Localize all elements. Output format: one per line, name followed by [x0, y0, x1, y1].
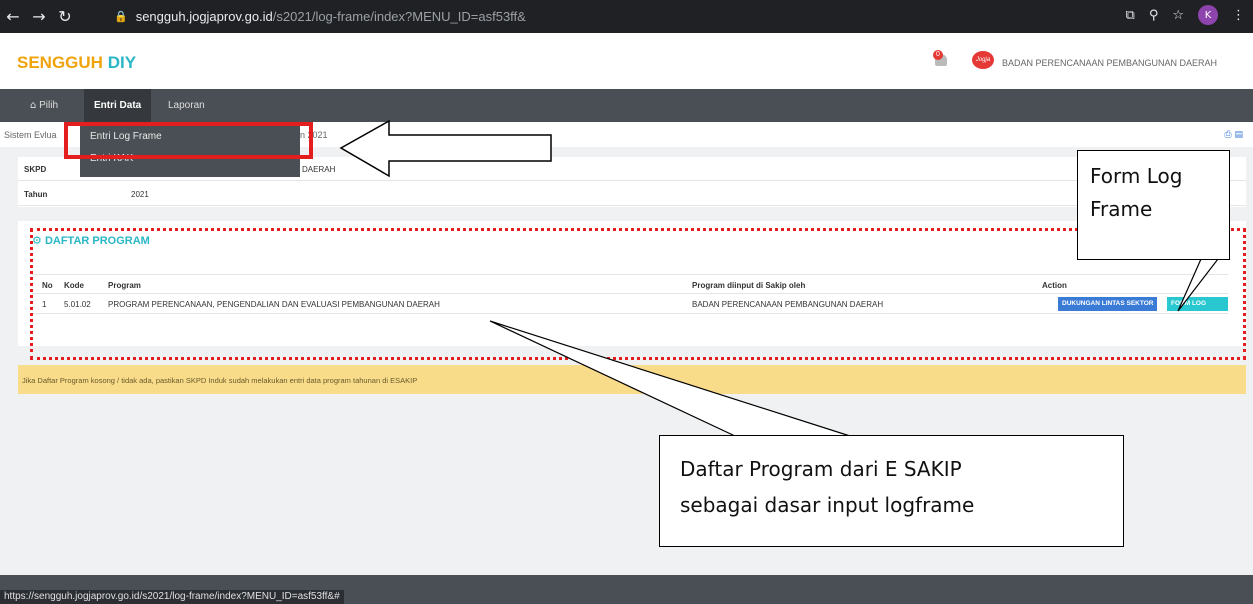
form-log-frame-button[interactable]: FORM LOG FRAME	[1167, 297, 1228, 321]
address-bar[interactable]: 🔒 sengguh.jogjaprov.go.id/s2021/log-fram…	[110, 5, 1205, 28]
home-icon: ⌂	[30, 100, 37, 111]
info-row: Tahun 2021	[18, 182, 1246, 206]
notification-badge: 0	[933, 50, 943, 60]
zoom-icon[interactable]: ⚲	[1149, 8, 1159, 23]
url-path: /s2021/log-frame/index?MENU_ID=asf53ff&	[272, 9, 526, 24]
dukungan-lintas-sektor-button[interactable]: DUKUNGAN LINTAS SEKTOR	[1058, 297, 1158, 311]
export-icon[interactable]: ▤	[1234, 130, 1243, 140]
app-header: SENGGUH DIY 0 Jogja BADAN PERENCANAAN PE…	[0, 33, 1253, 89]
callout-daftar-program: Daftar Program dari E SAKIP sebagai dasa…	[659, 435, 1124, 547]
url-host: sengguh.jogjaprov.go.id	[135, 9, 273, 24]
profile-avatar[interactable]: K	[1198, 5, 1218, 25]
daftar-program-panel: ⚙ DAFTAR PROGRAM No Kode Program Program…	[18, 221, 1246, 346]
gear-icon: ⚙	[32, 234, 42, 247]
callout-form-log-frame: Form Log Frame	[1077, 150, 1230, 260]
brand-logo[interactable]: SENGGUH DIY	[17, 53, 136, 73]
status-bar-url: https://sengguh.jogjaprov.go.id/s2021/lo…	[0, 590, 344, 604]
info-alert: Jika Daftar Program kosong / tidak ada, …	[18, 365, 1246, 394]
nav-laporan[interactable]: Laporan	[158, 89, 215, 122]
program-table: No Kode Program Program diinput di Sakip…	[32, 274, 1228, 321]
nav-entri-data[interactable]: Entri Data	[84, 89, 152, 122]
highlight-red-box	[64, 122, 313, 159]
reload-icon[interactable]: ↻	[52, 7, 78, 26]
lock-icon: 🔒	[114, 10, 128, 23]
print-icon[interactable]: ⎙	[1224, 130, 1231, 140]
main-nav: ⌂ Pilih Entri Data Laporan	[0, 89, 1253, 122]
table-row: 1 5.01.02 PROGRAM PERENCANAAN, PENGENDAL…	[32, 294, 1228, 321]
table-header: No Kode Program Program diinput di Sakip…	[32, 274, 1228, 294]
translate-icon[interactable]: ⧉	[1126, 8, 1135, 23]
nav-pilih[interactable]: ⌂ Pilih	[20, 89, 68, 122]
forward-icon[interactable]: →	[26, 7, 52, 26]
star-icon[interactable]: ☆	[1172, 8, 1184, 23]
notification-bell-icon[interactable]: 0	[933, 50, 951, 66]
browser-toolbar: ← → ↻ 🔒 sengguh.jogjaprov.go.id/s2021/lo…	[0, 0, 1253, 33]
org-name: BADAN PERENCANAAN PEMBANGUNAN DAERAH	[1002, 58, 1218, 68]
back-icon[interactable]: ←	[0, 7, 26, 26]
org-logo: Jogja	[972, 51, 994, 69]
breadcrumb-left: Sistem Evlua	[4, 130, 57, 140]
panel-title: ⚙ DAFTAR PROGRAM	[32, 234, 150, 247]
kebab-menu-icon[interactable]: ⋮	[1232, 8, 1245, 23]
